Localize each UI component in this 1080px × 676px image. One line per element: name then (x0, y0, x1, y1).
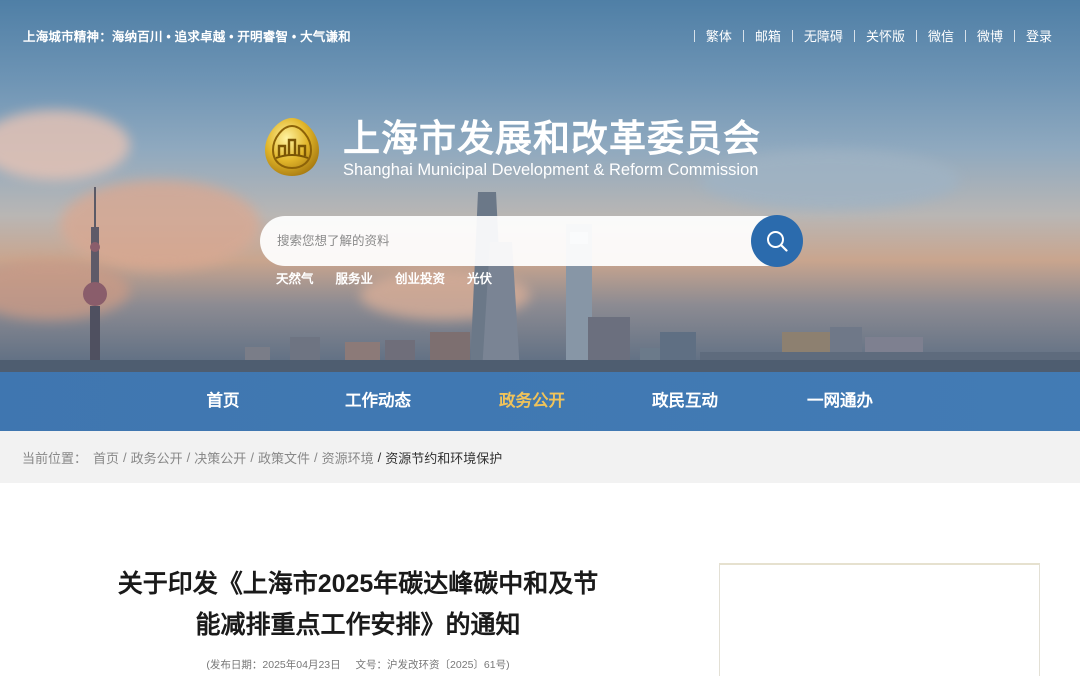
shanghai-emblem-icon[interactable] (261, 116, 323, 178)
search-button[interactable] (751, 215, 803, 267)
cloud (0, 110, 130, 180)
mailbox-link[interactable]: 邮箱 (755, 26, 781, 45)
divider (915, 29, 917, 42)
weibo-link[interactable]: 微博 (977, 26, 1003, 45)
breadcrumb-current: 资源节约和环境保护 (385, 450, 503, 466)
breadcrumb-resources-environment[interactable]: 资源环境 (322, 448, 374, 467)
divider (964, 29, 966, 42)
nav-home[interactable]: 首页 (190, 372, 256, 431)
city-skyline (0, 187, 1080, 372)
breadcrumb-separator: / (186, 449, 191, 465)
breadcrumb-separator: / (250, 449, 254, 465)
publish-date: (发布日期：2025年04月23日 (206, 659, 341, 671)
search-input[interactable] (277, 216, 747, 266)
hero-banner: 上海城市精神：海纳百川 • 追求卓越 • 开明睿智 • 大气谦和 繁体 邮箱 无… (0, 0, 1080, 372)
nav-one-stop-service[interactable]: 一网通办 (800, 372, 880, 431)
hot-word-venture-investment[interactable]: 创业投资 (395, 268, 445, 287)
nav-government-affairs[interactable]: 政务公开 (492, 372, 572, 431)
hot-word-photovoltaic[interactable]: 光伏 (467, 268, 492, 287)
traditional-chinese-link[interactable]: 繁体 (706, 26, 732, 45)
divider (853, 29, 855, 42)
accessibility-link[interactable]: 无障碍 (804, 26, 843, 45)
divider (1013, 29, 1015, 42)
breadcrumb-policy-documents[interactable]: 政策文件 (258, 448, 310, 467)
hot-word-natural-gas[interactable]: 天然气 (276, 268, 314, 287)
divider (693, 29, 695, 42)
breadcrumb-separator: / (313, 449, 318, 465)
breadcrumb: 当前位置： 首页 / 政务公开 / 决策公开 / 政策文件 / 资源环境 / 资… (22, 431, 502, 483)
hot-search-words: 天然气 服务业 创业投资 光伏 (276, 268, 514, 287)
article-title-line-2: 能减排重点工作安排》的通知 (195, 611, 521, 639)
top-links: 繁体 邮箱 无障碍 关怀版 微信 微博 登录 (683, 26, 1052, 45)
divider (791, 29, 793, 42)
breadcrumb-government-affairs[interactable]: 政务公开 (131, 448, 183, 467)
wechat-link[interactable]: 微信 (928, 26, 954, 45)
login-link[interactable]: 登录 (1026, 26, 1052, 45)
article-title: 关于印发《上海市2025年碳达峰碳中和及节 能减排重点工作安排》的通知 (96, 564, 620, 646)
breadcrumb-decision-disclosure[interactable]: 决策公开 (194, 448, 246, 467)
article-title-line-1: 关于印发《上海市2025年碳达峰碳中和及节 (117, 570, 599, 598)
article-meta: (发布日期：2025年04月23日 文号：沪发改环资〔2025〕61号) (96, 657, 620, 672)
breadcrumb-label: 当前位置： (22, 450, 88, 466)
elderly-care-mode-link[interactable]: 关怀版 (866, 26, 905, 45)
main-navigation: 首页 工作动态 政务公开 政民互动 一网通办 (0, 372, 1080, 431)
nav-work-news[interactable]: 工作动态 (338, 372, 418, 431)
search-box (260, 216, 778, 266)
hot-word-service-industry[interactable]: 服务业 (336, 268, 374, 287)
city-spirit-motto: 上海城市精神：海纳百川 • 追求卓越 • 开明睿智 • 大气谦和 (23, 30, 351, 44)
breadcrumb-home[interactable]: 首页 (93, 448, 119, 467)
breadcrumb-separator: / (123, 449, 127, 465)
breadcrumb-bar: 当前位置： 首页 / 政务公开 / 决策公开 / 政策文件 / 资源环境 / 资… (0, 431, 1080, 483)
site-subtitle: Shanghai Municipal Development & Reform … (343, 161, 759, 179)
side-panel (719, 563, 1040, 676)
divider (742, 29, 744, 42)
site-title: 上海市发展和改革委员会 (343, 118, 761, 159)
document-number: 文号：沪发改环资〔2025〕61号) (355, 659, 510, 671)
breadcrumb-separator: / (377, 449, 382, 465)
search-icon (767, 231, 788, 252)
nav-public-interaction[interactable]: 政民互动 (645, 372, 725, 431)
